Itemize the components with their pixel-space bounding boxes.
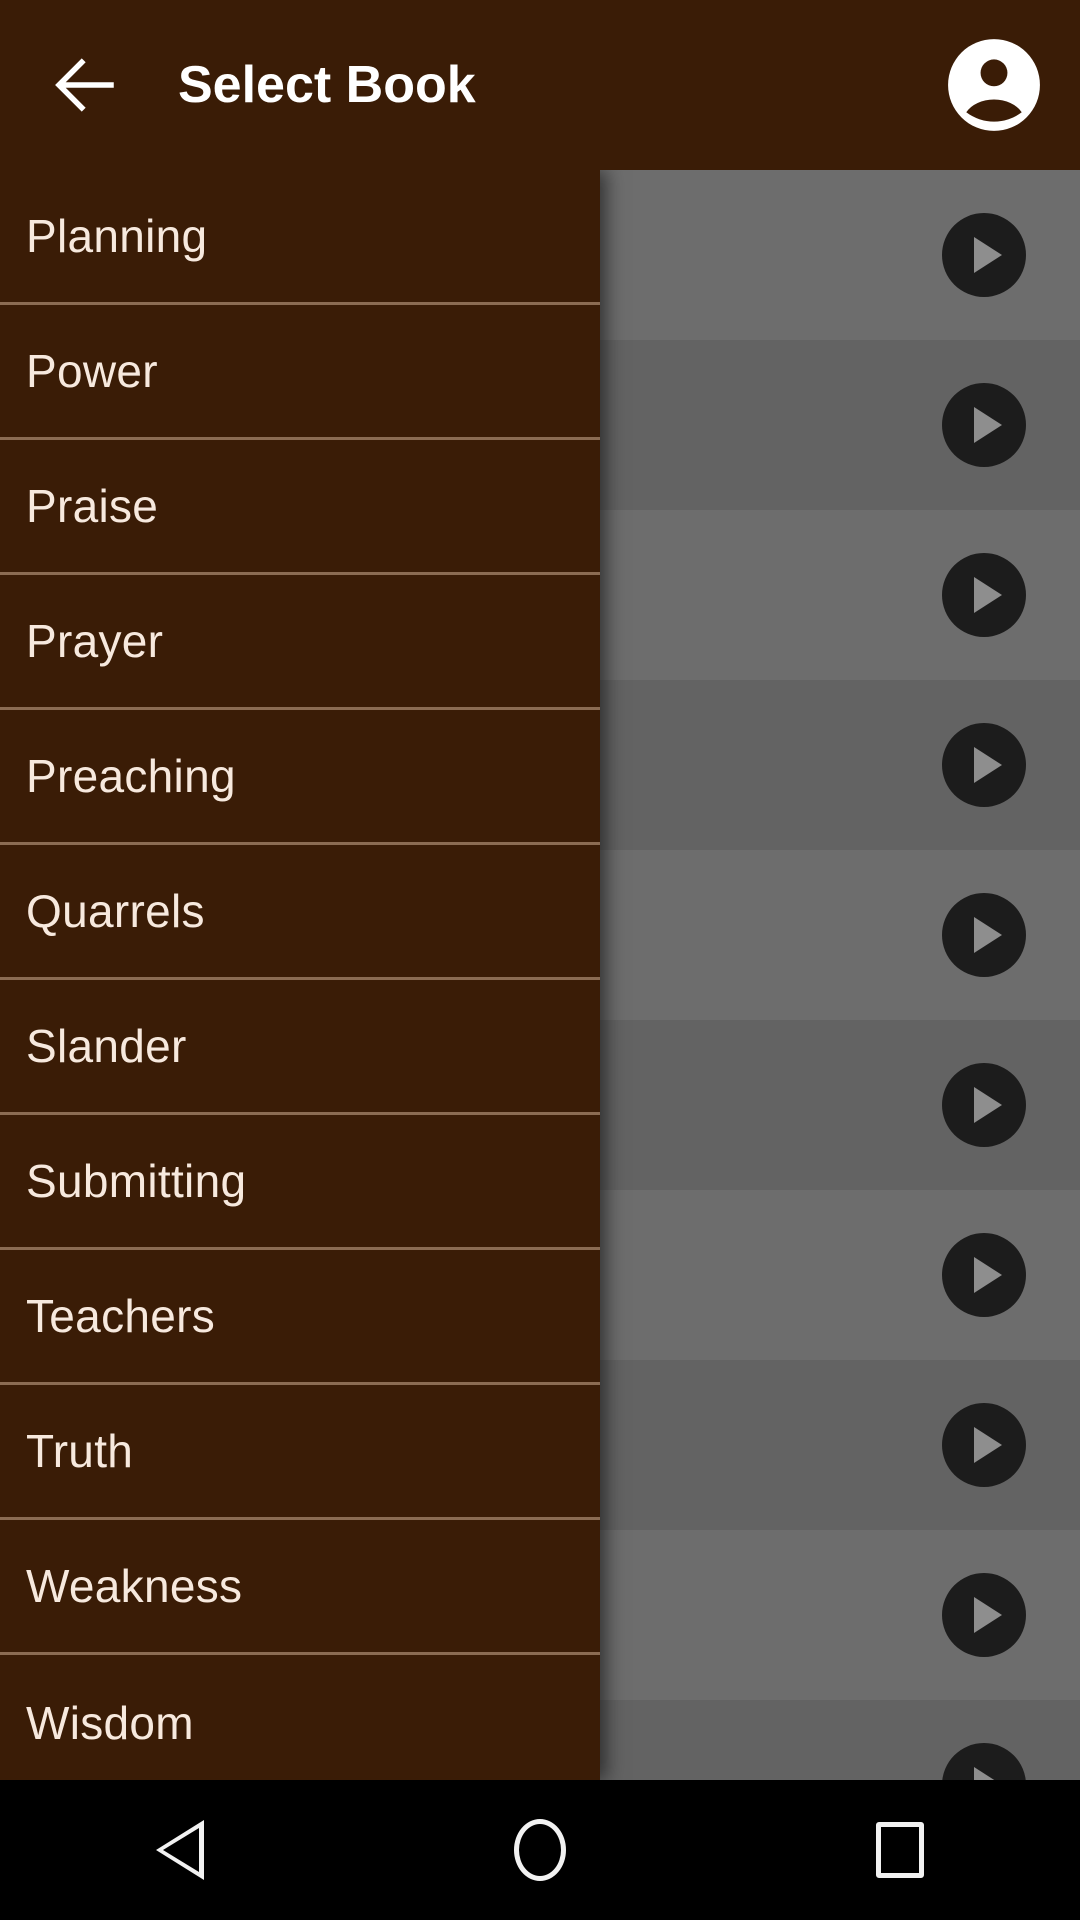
play-circle-icon[interactable]: [942, 1743, 1026, 1780]
circle-home-icon: [514, 1819, 566, 1881]
square-recents-icon: [876, 1822, 924, 1878]
system-back-button[interactable]: [100, 1780, 260, 1920]
app-screen: A Grasp Of The el Be Teachers cue: [0, 0, 1080, 1920]
drawer-item-preaching[interactable]: Preaching: [0, 710, 600, 845]
system-navigation-bar: [0, 1780, 1080, 1920]
play-circle-icon[interactable]: [942, 1573, 1026, 1657]
play-circle-icon[interactable]: [942, 1403, 1026, 1487]
system-recents-button[interactable]: [820, 1780, 980, 1920]
drawer-item-power[interactable]: Power: [0, 305, 600, 440]
drawer-item-teachers[interactable]: Teachers: [0, 1250, 600, 1385]
account-button[interactable]: [942, 33, 1046, 137]
drawer-item-submitting[interactable]: Submitting: [0, 1115, 600, 1250]
play-circle-icon[interactable]: [942, 1233, 1026, 1317]
play-circle-icon[interactable]: [942, 1063, 1026, 1147]
drawer-item-quarrels[interactable]: Quarrels: [0, 845, 600, 980]
drawer-item-weakness[interactable]: Weakness: [0, 1520, 600, 1655]
triangle-back-icon: [156, 1820, 204, 1880]
navigation-drawer: Planning Power Praise Prayer Preaching Q…: [0, 170, 600, 1780]
drawer-item-truth[interactable]: Truth: [0, 1385, 600, 1520]
drawer-item-planning[interactable]: Planning: [0, 170, 600, 305]
page-title: Select Book: [178, 56, 476, 114]
arrow-left-icon: [55, 58, 114, 112]
play-circle-icon[interactable]: [942, 723, 1026, 807]
play-circle-icon[interactable]: [942, 893, 1026, 977]
app-bar: Select Book: [0, 0, 1080, 170]
drawer-item-praise[interactable]: Praise: [0, 440, 600, 575]
play-circle-icon[interactable]: [942, 383, 1026, 467]
system-home-button[interactable]: [460, 1780, 620, 1920]
back-button[interactable]: [30, 30, 140, 140]
play-circle-icon[interactable]: [942, 213, 1026, 297]
play-circle-icon[interactable]: [942, 553, 1026, 637]
account-circle-icon: [948, 39, 1040, 131]
drawer-item-prayer[interactable]: Prayer: [0, 575, 600, 710]
drawer-item-wisdom[interactable]: Wisdom: [0, 1655, 600, 1780]
drawer-item-slander[interactable]: Slander: [0, 980, 600, 1115]
